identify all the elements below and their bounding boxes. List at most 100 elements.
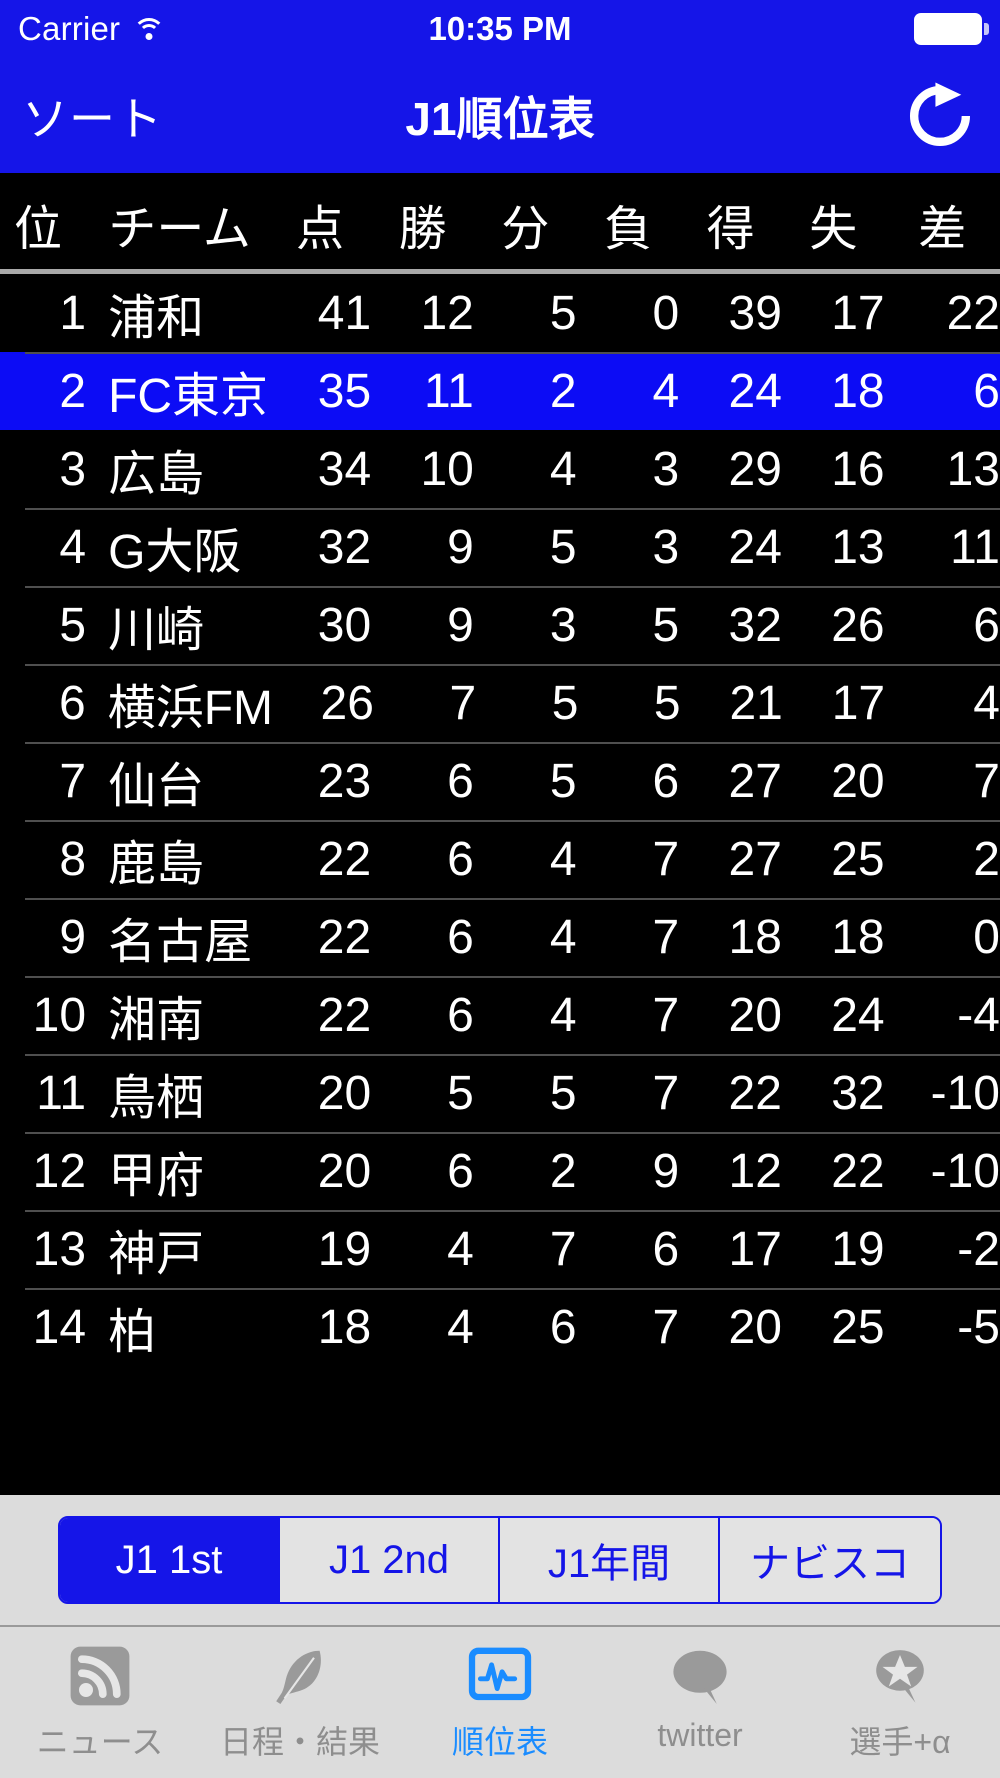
segment-2[interactable]: J1年間 <box>500 1518 720 1602</box>
cell-rank: 4 <box>59 520 87 574</box>
cell-gf: 39 <box>728 286 782 340</box>
column-header-loss[interactable]: 負 <box>577 189 680 259</box>
segment-3[interactable]: ナビスコ <box>720 1518 940 1602</box>
table-row[interactable]: 11 鳥栖 20 5 5 7 22 32 -10 <box>0 1054 1000 1132</box>
cell-rank: 9 <box>59 910 87 964</box>
tab-rss[interactable]: ニュース <box>0 1627 200 1763</box>
table-row[interactable]: 12 甲府 20 6 2 9 12 22 -10 <box>0 1132 1000 1210</box>
tab-speech-bubble[interactable]: twitter <box>600 1627 800 1754</box>
table-row[interactable]: 2 FC東京 35 11 2 4 24 18 6 <box>0 352 1000 430</box>
cell-gd: -4 <box>957 988 1000 1042</box>
cell-ga: 25 <box>831 1300 885 1354</box>
cell-ga: 19 <box>831 1222 885 1276</box>
cell-rank: 14 <box>32 1300 87 1354</box>
tab-chart-monitor[interactable]: 順位表 <box>400 1627 600 1763</box>
column-header-gd[interactable]: 差 <box>885 189 1000 259</box>
column-header-draw[interactable]: 分 <box>474 189 577 259</box>
cell-gf: 27 <box>728 754 782 808</box>
cell-draw: 7 <box>549 1222 577 1276</box>
cell-loss: 9 <box>652 1144 680 1198</box>
standings-list[interactable]: 1 浦和 41 12 5 0 39 17 22 2 FC東京 35 11 2 4 24 18 6 3 広島 34 10 4 3… <box>0 274 1000 1495</box>
cell-gf: 22 <box>728 1066 782 1120</box>
battery-full-icon <box>914 13 989 45</box>
cell-pts: 22 <box>317 988 372 1042</box>
cell-team: 神戸 <box>108 1228 205 1281</box>
cell-gf: 24 <box>728 364 782 418</box>
table-row[interactable]: 1 浦和 41 12 5 0 39 17 22 <box>0 274 1000 352</box>
cell-draw: 5 <box>549 1066 577 1120</box>
cell-team: 名古屋 <box>108 916 253 969</box>
column-header-win[interactable]: 勝 <box>371 189 474 259</box>
cell-rank: 7 <box>59 754 87 808</box>
carrier-label: Carrier <box>18 10 121 47</box>
tab-feather[interactable]: 日程・結果 <box>200 1627 400 1763</box>
cell-gf: 12 <box>728 1144 782 1198</box>
status-bar-left: Carrier <box>18 10 166 48</box>
table-row[interactable]: 3 広島 34 10 4 3 29 16 13 <box>0 430 1000 508</box>
tab-label: 選手+α <box>849 1724 951 1760</box>
table-row[interactable]: 10 湘南 22 6 4 7 20 24 -4 <box>0 976 1000 1054</box>
column-header-ga[interactable]: 失 <box>782 189 885 259</box>
cell-draw: 5 <box>549 520 577 574</box>
cell-ga: 16 <box>831 442 885 496</box>
table-row[interactable]: 5 川崎 30 9 3 5 32 26 6 <box>0 586 1000 664</box>
cell-rank: 10 <box>32 988 87 1042</box>
column-header-pts[interactable]: 点 <box>269 189 372 259</box>
column-header-rank[interactable]: 位 <box>0 189 90 259</box>
table-row[interactable]: 7 仙台 23 6 5 6 27 20 7 <box>0 742 1000 820</box>
cell-rank: 11 <box>36 1066 87 1120</box>
cell-rank: 2 <box>59 364 87 418</box>
cell-win: 6 <box>447 910 474 964</box>
cell-rank: 13 <box>32 1222 87 1276</box>
cell-draw: 6 <box>549 1300 577 1354</box>
wifi-icon <box>132 16 166 42</box>
cell-rank: 5 <box>59 598 87 652</box>
table-row[interactable]: 4 G大阪 32 9 5 3 24 13 11 <box>0 508 1000 586</box>
cell-pts: 18 <box>317 1300 372 1354</box>
cell-ga: 17 <box>831 286 885 340</box>
column-header-gf[interactable]: 得 <box>679 189 782 259</box>
cell-loss: 3 <box>652 520 680 574</box>
table-row[interactable]: 6 横浜FM 26 7 5 5 21 17 4 <box>0 664 1000 742</box>
cell-ga: 18 <box>831 364 885 418</box>
cell-gd: 2 <box>973 832 1000 886</box>
segment-1[interactable]: J1 2nd <box>280 1518 500 1602</box>
app-root: Carrier 10:35 PM ソート J1順位表 位 チーム 点 勝 分 負… <box>0 0 1000 1778</box>
cell-loss: 5 <box>652 598 680 652</box>
sort-button[interactable]: ソート <box>22 83 163 149</box>
column-header-team[interactable]: チーム <box>90 189 268 259</box>
cell-win: 6 <box>447 988 474 1042</box>
cell-win: 9 <box>447 520 474 574</box>
cell-draw: 2 <box>549 364 577 418</box>
cell-gd: 13 <box>946 442 1000 496</box>
cell-ga: 18 <box>831 910 885 964</box>
table-row[interactable]: 8 鹿島 22 6 4 7 27 25 2 <box>0 820 1000 898</box>
cell-pts: 20 <box>317 1144 372 1198</box>
cell-draw: 4 <box>549 910 577 964</box>
table-row[interactable]: 14 柏 18 4 6 7 20 25 -5 <box>0 1288 1000 1366</box>
table-row[interactable]: 13 神戸 19 4 7 6 17 19 -2 <box>0 1210 1000 1288</box>
segment-0[interactable]: J1 1st <box>60 1518 280 1602</box>
cell-loss: 7 <box>652 988 680 1042</box>
table-row[interactable]: 9 名古屋 22 6 4 7 18 18 0 <box>0 898 1000 976</box>
cell-draw: 4 <box>549 442 577 496</box>
tab-label: twitter <box>657 1717 743 1753</box>
tab-star-bubble[interactable]: 選手+α <box>800 1627 1000 1763</box>
cell-ga: 22 <box>831 1144 885 1198</box>
cell-ga: 25 <box>831 832 885 886</box>
cell-pts: 23 <box>317 754 372 808</box>
refresh-button[interactable] <box>902 78 978 154</box>
cell-win: 6 <box>447 1144 474 1198</box>
cell-win: 10 <box>420 442 474 496</box>
navigation-bar: ソート J1順位表 <box>0 58 1000 173</box>
cell-pts: 22 <box>317 832 372 886</box>
cell-team: 浦和 <box>108 292 205 345</box>
tab-bar[interactable]: ニュース 日程・結果 順位表 twitter 選手+α <box>0 1625 1000 1778</box>
feather-icon <box>265 1641 335 1711</box>
segmented-control[interactable]: J1 1st J1 2nd J1年間 ナビスコ <box>58 1516 942 1604</box>
cell-rank: 12 <box>32 1144 87 1198</box>
cell-pts: 41 <box>317 286 372 340</box>
cell-team: FC東京 <box>108 370 269 423</box>
cell-team: 広島 <box>108 448 205 501</box>
cell-pts: 22 <box>317 910 372 964</box>
